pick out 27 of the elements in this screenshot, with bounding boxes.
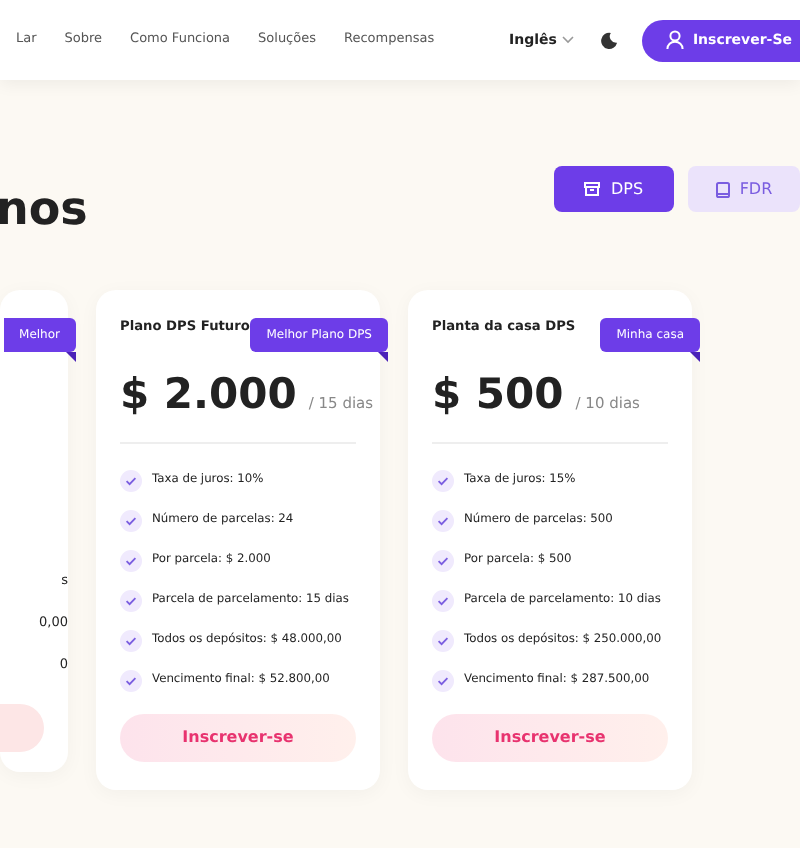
check-icon	[432, 550, 454, 573]
check-icon	[432, 510, 454, 533]
check-icon	[120, 550, 142, 573]
check-icon	[432, 670, 454, 693]
plan-tab[interactable]: DPS	[554, 166, 674, 212]
check-icon	[120, 470, 142, 493]
check-icon	[120, 510, 142, 533]
check-icon	[120, 590, 142, 613]
check-icon	[120, 630, 142, 653]
ribbon-fold-icon	[378, 352, 388, 362]
moon-icon[interactable]	[600, 31, 619, 49]
plan-price: $ 500	[432, 367, 564, 422]
plan-tab[interactable]: FDR	[688, 166, 800, 212]
check-icon	[432, 470, 454, 493]
check-icon	[432, 630, 454, 653]
section-heading: nos	[0, 186, 88, 237]
check-icon	[432, 590, 454, 613]
chevron-icon	[562, 36, 575, 44]
ribbon-fold-icon	[690, 352, 700, 362]
book-icon	[715, 181, 730, 197]
signup-button[interactable]: Inscrever-se	[120, 714, 356, 763]
check-icon	[120, 670, 142, 693]
user-icon	[666, 30, 685, 50]
ribbon-fold-icon	[66, 352, 76, 362]
plan-price: $ 2.000	[120, 367, 297, 422]
signup-button[interactable]: Inscrever-se	[432, 714, 668, 763]
archive-icon	[584, 182, 601, 196]
